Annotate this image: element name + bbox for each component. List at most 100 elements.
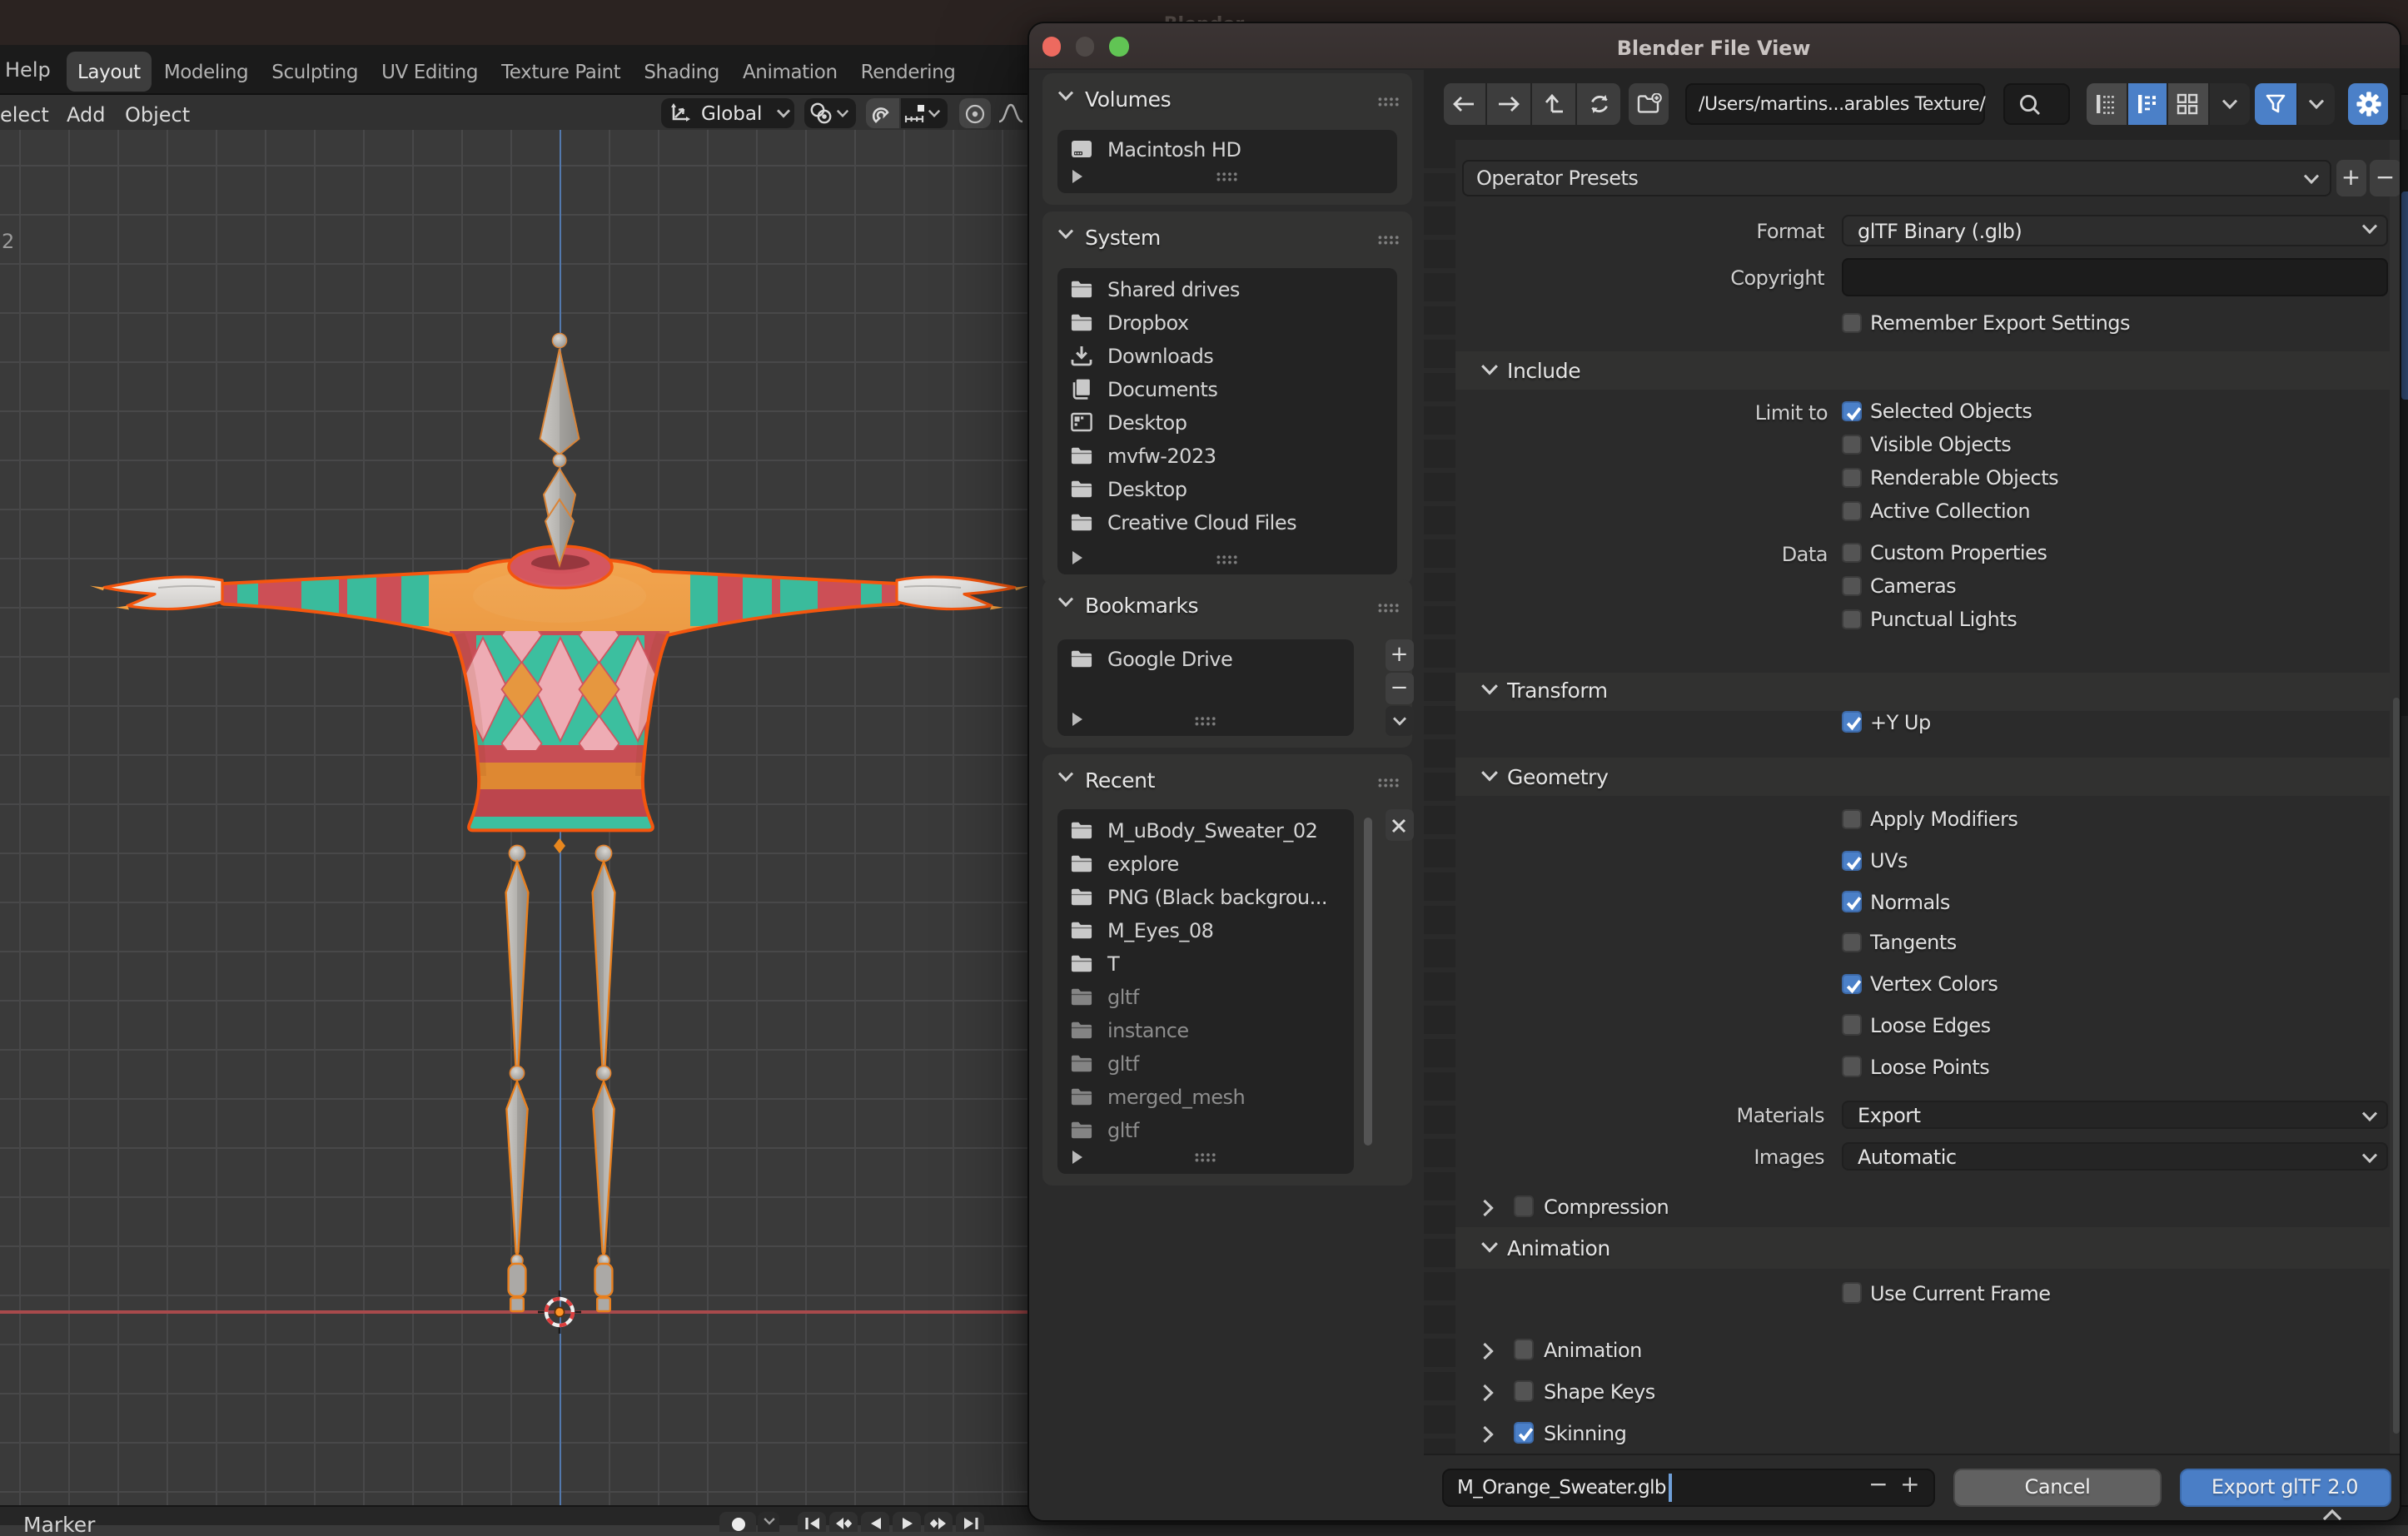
system-item[interactable]: Desktop	[1057, 406, 1396, 440]
materials-select[interactable]: Export	[1841, 1101, 2387, 1128]
grip-icon[interactable]	[1194, 1152, 1217, 1162]
option-checkbox[interactable]	[1513, 1380, 1534, 1401]
refresh-button[interactable]	[1577, 83, 1621, 124]
system-item[interactable]: Shared drives	[1057, 273, 1396, 306]
remember-settings-checkbox[interactable]	[1841, 312, 1862, 333]
chevron-right-icon[interactable]	[1482, 1341, 1494, 1360]
filter-options-dropdown[interactable]	[2297, 83, 2334, 124]
recent-item[interactable]: M_Eyes_08	[1057, 914, 1354, 947]
option-checkbox[interactable]	[1513, 1339, 1534, 1360]
recent-item[interactable]: PNG (Black backgrou...	[1057, 881, 1354, 914]
option-checkbox[interactable]	[1841, 500, 1862, 522]
option-checkbox[interactable]	[1513, 1422, 1534, 1443]
dialog-titlebar[interactable]: Blender File View	[1028, 23, 2399, 70]
system-item[interactable]: Creative Cloud Files	[1057, 506, 1396, 539]
workspace-tab[interactable]: Layout	[67, 51, 152, 91]
file-list-strip[interactable]	[1423, 140, 1455, 1454]
operator-presets-dropdown[interactable]: Operator Presets	[1461, 160, 2331, 196]
menu-object[interactable]: Object	[125, 102, 190, 126]
grip-icon[interactable]	[1377, 603, 1401, 613]
settings-button[interactable]	[2348, 83, 2388, 124]
play-reverse-button[interactable]	[861, 1512, 889, 1532]
grip-icon[interactable]	[1215, 554, 1239, 564]
option-checkbox[interactable]	[1841, 932, 1862, 953]
filter-toggle-button[interactable]	[2255, 83, 2296, 124]
orientation-dropdown[interactable]: Global	[661, 98, 794, 128]
prev-keyframe-button[interactable]	[829, 1512, 858, 1532]
workspace-tab[interactable]: Texture Paint	[490, 51, 631, 91]
compression-checkbox[interactable]	[1513, 1195, 1534, 1216]
copyright-input[interactable]	[1841, 258, 2387, 296]
proportional-editing-toggle[interactable]	[959, 98, 991, 128]
workspace-tab[interactable]: Modeling	[153, 51, 259, 91]
recent-item[interactable]: gltf	[1057, 981, 1354, 1014]
workspace-tab[interactable]: Animation	[732, 51, 848, 91]
filename-decrement-button[interactable]: −	[1868, 1471, 1888, 1498]
grip-icon[interactable]	[1215, 171, 1239, 181]
workspace-tab[interactable]: UV Editing	[371, 51, 489, 91]
recent-item[interactable]: gltf	[1057, 1047, 1354, 1081]
option-checkbox[interactable]	[1841, 1014, 1862, 1036]
path-field[interactable]: /Users/martins...arables Texture/	[1685, 83, 1986, 124]
snap-target-dropdown[interactable]	[900, 98, 947, 128]
recent-item[interactable]: instance	[1057, 1014, 1354, 1047]
include-section-header[interactable]: Include	[1455, 351, 2390, 390]
images-select[interactable]: Automatic	[1841, 1142, 2387, 1170]
jump-to-end-button[interactable]	[956, 1512, 984, 1532]
option-checkbox[interactable]	[1841, 711, 1862, 732]
next-keyframe-button[interactable]	[924, 1512, 953, 1532]
menu-select[interactable]: elect	[0, 102, 49, 126]
menu-add[interactable]: Add	[67, 102, 105, 126]
option-checkbox[interactable]	[1841, 1282, 1862, 1303]
recent-clear-button[interactable]	[1385, 809, 1414, 841]
snap-toggle[interactable]	[865, 98, 898, 128]
record-dropdown[interactable]	[758, 1512, 779, 1532]
scroll-up-icon[interactable]	[2321, 1509, 2342, 1522]
animation-section-header[interactable]: Animation	[1455, 1227, 2390, 1268]
grip-icon[interactable]	[1194, 715, 1217, 725]
chevron-right-icon[interactable]	[1482, 1198, 1494, 1216]
option-checkbox[interactable]	[1841, 609, 1862, 630]
option-checkbox[interactable]	[1841, 850, 1862, 871]
option-checkbox[interactable]	[1841, 973, 1862, 995]
preset-add-button[interactable]: +	[2336, 160, 2366, 196]
recent-item[interactable]: T	[1057, 947, 1354, 981]
timeline-marker-menu[interactable]: Marker	[23, 1511, 95, 1536]
record-button[interactable]	[719, 1512, 756, 1532]
system-item[interactable]: Desktop	[1057, 473, 1396, 506]
jump-to-start-button[interactable]	[798, 1512, 826, 1532]
expand-triangle-icon[interactable]	[1072, 713, 1082, 726]
filename-increment-button[interactable]: +	[1900, 1471, 1919, 1498]
bookmark-options-dropdown[interactable]	[1385, 705, 1414, 736]
system-item[interactable]: mvfw-2023	[1057, 440, 1396, 473]
option-checkbox[interactable]	[1841, 891, 1862, 912]
expand-triangle-icon[interactable]	[1072, 551, 1082, 564]
display-vertical-list-button[interactable]	[2087, 83, 2126, 124]
system-item[interactable]: Documents	[1057, 373, 1396, 406]
workspace-tab[interactable]: Rendering	[850, 51, 967, 91]
format-select[interactable]: glTF Binary (.glb)	[1841, 215, 2387, 246]
character-model[interactable]	[67, 325, 1066, 1324]
bookmark-item[interactable]: Google Drive	[1057, 643, 1354, 676]
grip-icon[interactable]	[1377, 235, 1401, 245]
volume-item[interactable]: Macintosh HD	[1057, 132, 1396, 166]
panel-scrollbar-thumb[interactable]	[2392, 698, 2399, 1434]
workspace-tab[interactable]: Shading	[633, 51, 730, 91]
export-button[interactable]: Export glTF 2.0	[2179, 1468, 2391, 1507]
recent-item[interactable]: explore	[1057, 848, 1354, 881]
option-checkbox[interactable]	[1841, 467, 1862, 489]
pivot-dropdown[interactable]	[804, 98, 856, 128]
sweater-mesh[interactable]	[219, 498, 902, 833]
option-checkbox[interactable]	[1841, 434, 1862, 455]
recent-item[interactable]: merged_mesh	[1057, 1081, 1354, 1114]
recent-scrollbar[interactable]	[1363, 818, 1371, 1146]
menu-help[interactable]: Help	[5, 57, 51, 81]
option-checkbox[interactable]	[1841, 575, 1862, 597]
filename-field[interactable]: M_Orange_Sweater.glb − +	[1442, 1468, 1934, 1507]
geometry-section-header[interactable]: Geometry	[1455, 758, 2390, 796]
parent-directory-button[interactable]	[1532, 83, 1576, 124]
chevron-right-icon[interactable]	[1482, 1383, 1494, 1401]
option-checkbox[interactable]	[1841, 400, 1862, 421]
back-button[interactable]	[1443, 83, 1486, 124]
option-checkbox[interactable]	[1841, 808, 1862, 830]
